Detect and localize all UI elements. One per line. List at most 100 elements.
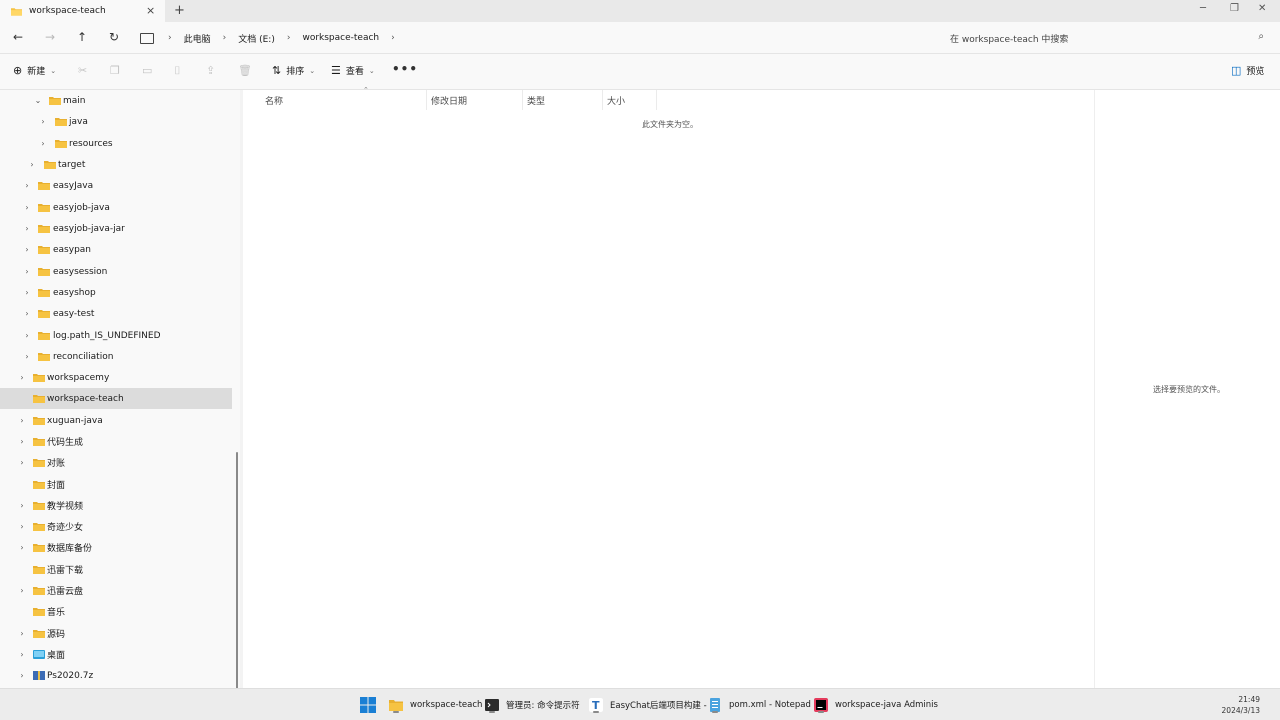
system-clock[interactable]: 21:49 2024/3/13	[1222, 694, 1260, 716]
tree-item-easyjob-java[interactable]: › easyjob-java	[0, 197, 232, 218]
copy-icon[interactable]: ❐	[110, 64, 120, 77]
chevron-right-icon[interactable]: ›	[18, 501, 26, 510]
column-header-modified[interactable]: 修改日期	[431, 94, 467, 107]
tree-item-thunder-cloud[interactable]: › 迅雷云盘	[0, 580, 232, 601]
chevron-right-icon[interactable]: ›	[168, 33, 172, 43]
tab-workspace-teach[interactable]: workspace-teach ×	[0, 0, 165, 22]
taskbar-item-notepad[interactable]: pom.xml - Notepad	[708, 696, 811, 714]
chevron-right-icon[interactable]: ›	[18, 629, 26, 638]
breadcrumb-this-pc[interactable]: 此电脑	[184, 32, 211, 45]
computer-icon[interactable]	[140, 32, 154, 44]
minimize-icon[interactable]: ─	[1200, 3, 1206, 14]
rename-icon[interactable]: ⌷	[174, 64, 181, 78]
up-icon[interactable]: ↑	[74, 30, 90, 44]
chevron-right-icon[interactable]: ›	[23, 224, 31, 233]
column-divider[interactable]	[656, 90, 657, 110]
chevron-right-icon[interactable]: ›	[23, 331, 31, 340]
chevron-right-icon[interactable]: ›	[18, 458, 26, 467]
tree-item-main[interactable]: ⌄ main	[0, 90, 232, 111]
chevron-right-icon[interactable]: ›	[18, 437, 26, 446]
search-input[interactable]: 在 workspace-teach 中搜索 ⌕	[940, 27, 1272, 49]
column-divider[interactable]	[426, 90, 427, 110]
tree-item-cover[interactable]: 封面	[0, 474, 232, 495]
tree-item-teaching-videos[interactable]: › 教学视频	[0, 495, 232, 516]
chevron-right-icon[interactable]: ›	[391, 33, 395, 43]
tree-item-xuguan-java[interactable]: › xuguan-java	[0, 410, 232, 431]
chevron-right-icon[interactable]: ›	[23, 267, 31, 276]
taskbar-item-typora[interactable]: T EasyChat后端项目构建 -	[589, 696, 707, 714]
new-tab-icon[interactable]: +	[174, 3, 185, 18]
close-tab-icon[interactable]: ×	[146, 4, 155, 17]
chevron-right-icon[interactable]: ›	[18, 586, 26, 595]
forward-icon[interactable]: →	[42, 30, 58, 44]
column-divider[interactable]	[522, 90, 523, 110]
chevron-right-icon[interactable]: ›	[18, 650, 26, 659]
tree-item-music[interactable]: 音乐	[0, 601, 232, 622]
chevron-right-icon[interactable]: ›	[18, 671, 26, 680]
close-window-icon[interactable]: ✕	[1258, 3, 1266, 14]
windows-start-icon[interactable]	[360, 697, 376, 713]
chevron-right-icon[interactable]: ›	[39, 117, 47, 126]
tree-item-reconciliation[interactable]: › reconciliation	[0, 346, 232, 367]
breadcrumb-drive[interactable]: 文档 (E:)	[238, 32, 275, 45]
refresh-icon[interactable]: ↻	[106, 30, 122, 44]
tree-item-java[interactable]: › java	[0, 111, 232, 132]
tree-item-resources[interactable]: › resources	[0, 133, 232, 154]
chevron-right-icon[interactable]: ›	[18, 543, 26, 552]
paste-icon[interactable]: ▭	[142, 64, 152, 77]
tree-item-desktop[interactable]: › 桌面	[0, 644, 232, 665]
chevron-right-icon[interactable]: ›	[287, 33, 291, 43]
chevron-right-icon[interactable]: ›	[18, 373, 26, 382]
chevron-right-icon[interactable]: ›	[39, 139, 47, 148]
chevron-right-icon[interactable]: ›	[23, 309, 31, 318]
tree-item-thunder-download[interactable]: 迅雷下载	[0, 559, 232, 580]
chevron-right-icon[interactable]: ›	[23, 245, 31, 254]
chevron-right-icon[interactable]: ›	[223, 33, 227, 43]
column-header-size[interactable]: 大小	[607, 94, 625, 107]
new-button[interactable]: ⊕ 新建 ⌄	[13, 64, 56, 77]
tree-item-easyjava[interactable]: › easyJava	[0, 175, 232, 196]
column-divider[interactable]	[602, 90, 603, 110]
tree-item-code-gen[interactable]: › 代码生成	[0, 431, 232, 452]
share-icon[interactable]: ⇪	[206, 64, 215, 77]
chevron-right-icon[interactable]: ›	[23, 288, 31, 297]
search-icon[interactable]: ⌕	[1258, 31, 1264, 42]
tree-item-easyshop[interactable]: › easyshop	[0, 282, 232, 303]
tree-item-target[interactable]: › target	[0, 154, 232, 175]
tree-item-ps2020[interactable]: › Ps2020.7z	[0, 665, 232, 686]
breadcrumb-folder[interactable]: workspace-teach	[302, 33, 379, 43]
chevron-down-icon[interactable]: ⌄	[34, 96, 42, 105]
cut-icon[interactable]: ✂	[78, 64, 87, 77]
tree-item-easysession[interactable]: › easysession	[0, 261, 232, 282]
folder-icon	[38, 289, 50, 297]
tree-item-easypan[interactable]: › easypan	[0, 239, 232, 260]
taskbar-item-intellij[interactable]: workspace-java Adminis	[814, 696, 938, 714]
tree-item-db-backup[interactable]: › 数据库备份	[0, 537, 232, 558]
delete-icon[interactable]: 🗑	[238, 64, 252, 77]
maximize-icon[interactable]: ❐	[1230, 3, 1239, 14]
taskbar-item-cmd[interactable]: 管理员: 命令提示符	[485, 696, 580, 714]
tree-item-reconcile[interactable]: › 对账	[0, 452, 232, 473]
tree-item-easyjob-java-jar[interactable]: › easyjob-java-jar	[0, 218, 232, 239]
tree-item-workspacemy[interactable]: › workspacemy	[0, 367, 232, 388]
chevron-right-icon[interactable]: ›	[18, 416, 26, 425]
chevron-right-icon[interactable]: ›	[28, 160, 36, 169]
back-icon[interactable]: ←	[10, 30, 26, 44]
sidebar-scrollbar[interactable]	[236, 452, 238, 688]
chevron-right-icon[interactable]: ›	[23, 352, 31, 361]
chevron-right-icon[interactable]: ›	[23, 203, 31, 212]
column-header-type[interactable]: 类型	[527, 94, 545, 107]
more-options-icon[interactable]: •••	[392, 62, 418, 76]
column-header-name[interactable]: ⌃ 名称	[265, 86, 425, 110]
chevron-right-icon[interactable]: ›	[23, 181, 31, 190]
taskbar-item-explorer[interactable]: workspace-teach	[389, 696, 482, 714]
chevron-right-icon[interactable]: ›	[18, 522, 26, 531]
view-button[interactable]: ☰ 查看 ⌄	[331, 64, 375, 77]
preview-button[interactable]: ◫ 预览	[1231, 64, 1264, 77]
tree-item-easy-test[interactable]: › easy-test	[0, 303, 232, 324]
tree-item-miraculous[interactable]: › 奇迹少女	[0, 516, 232, 537]
tree-item-log-path[interactable]: › log.path_IS_UNDEFINED	[0, 325, 232, 346]
tree-item-source[interactable]: › 源码	[0, 623, 232, 644]
tree-item-workspace-teach[interactable]: workspace-teach	[0, 388, 232, 409]
sort-button[interactable]: ⇅ 排序 ⌄	[272, 64, 315, 77]
